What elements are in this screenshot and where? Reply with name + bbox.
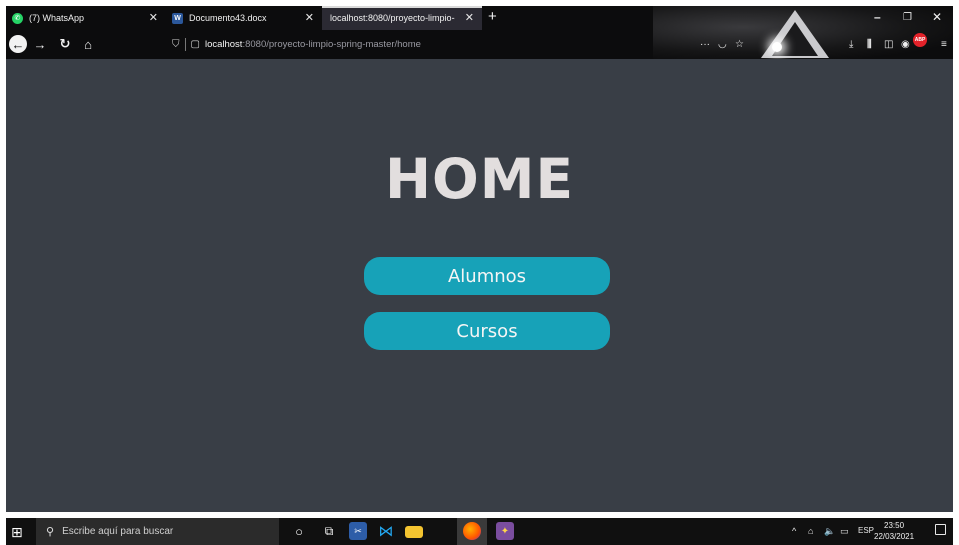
clock[interactable]: 23:50 22/03/2021 [874,520,914,542]
more-actions-icon[interactable]: ··· [700,39,710,50]
cortana-icon[interactable]: ○ [290,522,308,540]
clock-date: 22/03/2021 [874,532,915,541]
tab-title: Documento43.docx [189,13,267,23]
clock-time: 23:50 [884,521,905,530]
vscode-icon[interactable]: ⋈ [377,522,395,540]
account-icon[interactable]: ◉ [901,39,910,50]
notifications-icon[interactable] [935,524,946,535]
url-host: localhost [204,39,243,50]
menu-hamburger-icon[interactable]: ≡ [941,39,947,50]
reload-icon[interactable]: ↻ [56,35,74,53]
firefox-icon[interactable] [463,522,481,540]
tab-title: (7) WhatsApp [29,13,85,23]
windows-taskbar: ⊞ ⚲ Escribe aquí para buscar ○ ⧉ ✂ ⋈ ✦ ^… [6,518,953,545]
tab-strip: ✆ (7) WhatsApp ✕ W Documento43.docx ✕ lo… [6,6,953,30]
tab-documento[interactable]: W Documento43.docx ✕ [166,6,322,30]
minimize-icon[interactable]: – [874,10,881,24]
address-bar[interactable]: ⛉ ▢ localhost:8080/proyecto-limpio-sprin… [172,34,692,55]
forward-arrow-icon[interactable]: → [31,35,49,53]
app-icon[interactable]: ✦ [496,522,514,540]
snipping-tool-icon[interactable]: ✂ [349,522,367,540]
tab-localhost[interactable]: localhost:8080/proyecto-limpio-sp ✕ [322,6,482,30]
restore-icon[interactable]: ❐ [903,12,912,23]
page-icon: ▢ [190,39,200,50]
task-view-icon[interactable]: ⧉ [320,522,338,540]
windows-start-icon[interactable]: ⊞ [11,524,23,541]
bookmark-star-icon[interactable]: ☆ [735,39,744,50]
tab-title: localhost:8080/proyecto-limpio-sp [330,13,455,23]
word-icon: W [172,12,183,24]
back-arrow-icon[interactable]: ← [9,35,27,53]
library-icon[interactable]: ⫼ [867,39,872,50]
navigation-bar: ← → ↻ ⌂ ⛉ ▢ localhost:8080/proyecto-limp… [6,30,953,59]
new-tab-icon[interactable]: + [488,8,497,25]
alumnos-button[interactable]: Alumnos [364,257,610,295]
sidebar-icon[interactable]: ◫ [884,39,893,50]
home-icon[interactable]: ⌂ [79,35,97,53]
page-viewport: HOME Alumnos Cursos [6,59,953,512]
page-title: HOME [384,147,575,211]
close-icon[interactable]: ✕ [465,11,474,24]
usb-icon[interactable]: ⌂ [808,526,813,536]
file-explorer-icon[interactable] [405,526,423,538]
pocket-icon[interactable]: ◡ [718,39,727,50]
adblock-plus-icon[interactable]: ABP [913,33,927,47]
tab-whatsapp[interactable]: ✆ (7) WhatsApp ✕ [6,6,166,30]
search-placeholder: Escribe aquí para buscar [62,526,174,537]
tray-chevron-icon[interactable]: ^ [792,526,796,536]
close-icon[interactable]: ✕ [149,11,158,24]
close-icon[interactable]: ✕ [305,11,314,24]
taskbar-search-input[interactable]: ⚲ Escribe aquí para buscar [36,518,279,545]
cursos-button[interactable]: Cursos [364,312,610,350]
network-icon[interactable]: ▭ [840,526,849,537]
language-indicator[interactable]: ESP [858,526,874,535]
whatsapp-icon: ✆ [12,12,23,24]
search-icon: ⚲ [46,526,55,538]
window-close-icon[interactable]: ✕ [932,10,942,24]
browser-chrome: ✆ (7) WhatsApp ✕ W Documento43.docx ✕ lo… [6,6,953,59]
url-path: :8080/proyecto-limpio-spring-master/home [242,39,421,50]
address-separator [184,38,186,51]
shield-icon: ⛉ [172,39,180,50]
download-icon[interactable]: ⤓ [849,39,853,50]
volume-icon[interactable]: 🔈 [824,526,835,537]
